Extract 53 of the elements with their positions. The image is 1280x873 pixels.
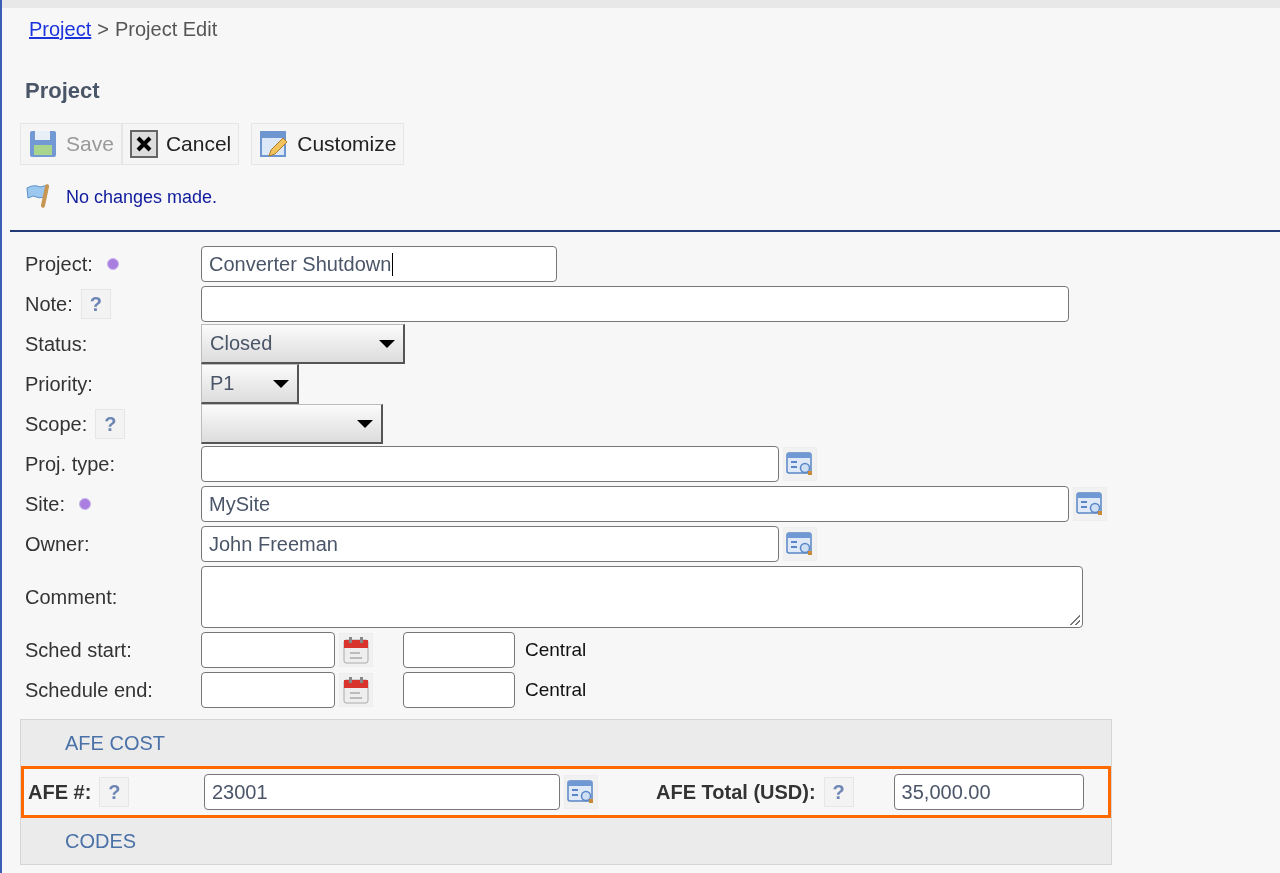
calendar-icon[interactable]	[342, 675, 370, 705]
time-zone-label: Central	[525, 639, 587, 661]
close-icon	[129, 130, 158, 158]
field-label: Scope:	[25, 412, 88, 436]
customize-button[interactable]: Customize	[251, 123, 405, 165]
help-button[interactable]: ?	[99, 777, 130, 807]
calendar-icon[interactable]	[342, 635, 370, 665]
text-field[interactable]	[201, 446, 779, 482]
dropdown[interactable]: P1	[201, 364, 299, 404]
caret-icon	[357, 419, 373, 428]
text-field[interactable]: 35,000.00	[893, 774, 1084, 810]
caret-icon	[379, 339, 395, 348]
field-label: Proj. type:	[25, 452, 116, 476]
field-label: Status:	[25, 332, 88, 356]
help-button[interactable]: ?	[823, 777, 854, 807]
help-button[interactable]: ?	[80, 289, 111, 319]
date-field[interactable]	[201, 672, 335, 708]
status-message: No changes made.	[66, 187, 218, 208]
text-field[interactable]: MySite	[201, 486, 1069, 522]
field-label: Schedule end:	[25, 678, 153, 702]
text-area[interactable]	[201, 566, 1083, 628]
caret-icon	[273, 379, 289, 388]
date-field[interactable]	[201, 632, 335, 668]
lookup-icon[interactable]	[785, 450, 815, 478]
breadcrumb-link[interactable]: Project	[29, 18, 92, 41]
field-label: Priority:	[25, 372, 93, 396]
field-label: Note:	[25, 292, 73, 316]
field-label: AFE #:	[28, 780, 92, 804]
field-label: Sched start:	[25, 638, 132, 662]
field-label: Comment:	[25, 585, 118, 609]
field-label: AFE Total (USD):	[656, 780, 816, 804]
field-label: Owner:	[25, 532, 90, 556]
text-field[interactable]	[201, 286, 1069, 322]
time-zone-label: Central	[525, 679, 587, 701]
text-field[interactable]: 23001	[204, 774, 560, 810]
field-label: Site:	[25, 492, 66, 516]
breadcrumb-separator: >	[97, 18, 109, 41]
dropdown[interactable]: Closed	[201, 324, 405, 364]
text-field[interactable]: John Freeman	[201, 526, 779, 562]
cancel-button[interactable]: Cancel	[121, 123, 240, 165]
page-heading: Project	[24, 77, 101, 104]
dropdown[interactable]	[201, 404, 383, 444]
lookup-icon[interactable]	[1075, 490, 1105, 518]
breadcrumb-current: Project Edit	[114, 18, 218, 41]
field-label: Project:	[25, 252, 93, 276]
lookup-icon[interactable]	[785, 530, 815, 558]
text-field[interactable]: Converter Shutdown	[201, 246, 557, 282]
window-pencil-icon	[259, 129, 290, 159]
flag-icon	[24, 181, 52, 209]
help-button[interactable]: ?	[95, 409, 126, 439]
lookup-icon[interactable]	[566, 778, 596, 806]
time-field[interactable]	[403, 672, 515, 708]
time-field[interactable]	[403, 632, 515, 668]
